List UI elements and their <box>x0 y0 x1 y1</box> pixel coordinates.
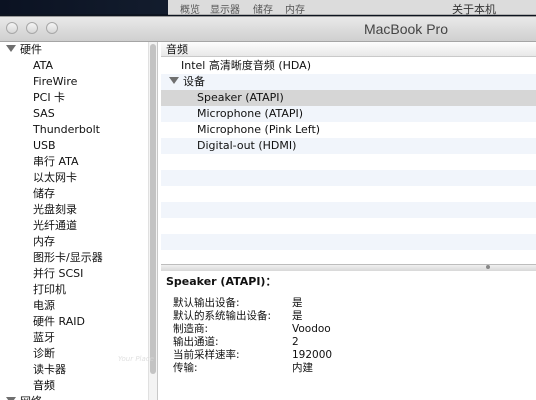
watermark-text: Your Place <box>118 355 154 363</box>
detail-key: 当前采样速率: <box>173 349 240 361</box>
background-tab: 概览 <box>180 5 200 16</box>
sidebar-item[interactable]: ATA <box>33 58 53 74</box>
sidebar-item-audio[interactable]: 音频 <box>33 378 55 394</box>
sidebar-item[interactable]: FireWire <box>33 74 77 90</box>
tree-row-selected[interactable]: Speaker (ATAPI) <box>161 90 536 106</box>
detail-value: 是 <box>292 310 303 322</box>
system-profiler-window: MacBook Pro 硬件 ATA FireWire PCI 卡 SAS Th… <box>0 16 536 400</box>
sidebar-item[interactable]: PCI 卡 <box>33 90 65 106</box>
sidebar-item[interactable]: Thunderbolt <box>33 122 100 138</box>
row-stripe <box>161 154 536 170</box>
detail-key: 默认的系统输出设备: <box>173 310 272 322</box>
sidebar-group-hardware[interactable]: 硬件 <box>6 42 42 58</box>
detail-key: 传输: <box>173 362 198 374</box>
sidebar-item[interactable]: 图形卡/显示器 <box>33 250 103 266</box>
sidebar-group-network[interactable]: 网络 <box>6 394 42 400</box>
background-title: 关于本机 <box>452 3 496 16</box>
tree-row-device[interactable]: Digital-out (HDMI) <box>197 138 296 154</box>
sidebar-item[interactable]: 光盘刻录 <box>33 202 77 218</box>
sidebar-item[interactable]: SAS <box>33 106 55 122</box>
content-pane: 音频 Intel 高清晰度音频 (HDA) 设备 Speaker (ATAPI)… <box>161 42 536 400</box>
divider-grip-icon[interactable] <box>486 265 490 269</box>
disclosure-triangle-icon[interactable] <box>6 45 16 52</box>
sidebar-item[interactable]: 串行 ATA <box>33 154 79 170</box>
zoom-button[interactable] <box>46 22 58 34</box>
sidebar-item[interactable]: 并行 SCSI <box>33 266 83 282</box>
close-button[interactable] <box>6 22 18 34</box>
detail-row: 当前采样速率: 192000 <box>173 349 332 362</box>
detail-panel: Speaker (ATAPI)： 默认输出设备: 是 默认的系统输出设备: 是 … <box>161 271 536 400</box>
background-tab: 储存 <box>253 5 273 16</box>
detail-key: 制造商: <box>173 323 209 335</box>
detail-key: 默认输出设备: <box>173 297 240 309</box>
title-bar: MacBook Pro <box>0 17 536 42</box>
detail-value: 是 <box>292 297 303 309</box>
tree-row-device[interactable]: Microphone (ATAPI) <box>197 106 303 122</box>
sidebar-item[interactable]: 读卡器 <box>33 362 66 378</box>
row-stripe <box>161 218 536 234</box>
detail-value: 2 <box>292 336 299 348</box>
detail-row: 默认的系统输出设备: 是 <box>173 310 303 323</box>
detail-row: 输出通道: 2 <box>173 336 299 349</box>
detail-row: 默认输出设备: 是 <box>173 297 303 310</box>
sidebar-item[interactable]: 以太网卡 <box>33 170 77 186</box>
detail-value: Voodoo <box>292 323 331 335</box>
background-window: 概览 显示器 储存 内存 关于本机 <box>168 0 536 16</box>
detail-title: Speaker (ATAPI)： <box>166 275 277 288</box>
scrollbar-thumb[interactable] <box>150 44 156 374</box>
sidebar-item[interactable]: 储存 <box>33 186 55 202</box>
tree-row-controller[interactable]: Intel 高清晰度音频 (HDA) <box>181 58 311 74</box>
sidebar-item[interactable]: 蓝牙 <box>33 330 55 346</box>
detail-value: 192000 <box>292 349 333 361</box>
background-tab: 内存 <box>285 5 305 16</box>
minimize-button[interactable] <box>26 22 38 34</box>
disclosure-triangle-icon[interactable] <box>169 77 179 84</box>
tree-row-devices-group[interactable]: 设备 <box>169 74 205 90</box>
device-label: Speaker (ATAPI) <box>197 91 284 104</box>
row-stripe <box>161 250 536 265</box>
window-title: MacBook Pro <box>363 21 448 37</box>
row-stripe <box>161 170 536 186</box>
sidebar-item[interactable]: 电源 <box>33 298 55 314</box>
detail-value: 内建 <box>292 362 313 374</box>
sidebar-item[interactable]: 光纤通道 <box>33 218 77 234</box>
background-tab: 显示器 <box>210 5 240 16</box>
device-tree: Intel 高清晰度音频 (HDA) 设备 Speaker (ATAPI) Mi… <box>161 58 536 265</box>
tree-row-device[interactable]: Microphone (Pink Left) <box>197 122 320 138</box>
row-stripe <box>161 202 536 218</box>
row-stripe <box>161 234 536 250</box>
sidebar-scrollbar[interactable] <box>148 42 157 400</box>
column-header[interactable]: 音频 <box>161 42 536 57</box>
sidebar-item[interactable]: 硬件 RAID <box>33 314 85 330</box>
row-stripe <box>161 74 536 90</box>
detail-key: 输出通道: <box>173 336 219 348</box>
sidebar: 硬件 ATA FireWire PCI 卡 SAS Thunderbolt US… <box>0 42 158 400</box>
detail-row: 制造商: Voodoo <box>173 323 331 336</box>
sidebar-item[interactable]: USB <box>33 138 56 154</box>
row-stripe <box>161 186 536 202</box>
sidebar-item[interactable]: 诊断 <box>33 346 55 362</box>
sidebar-item[interactable]: 打印机 <box>33 282 66 298</box>
detail-row: 传输: 内建 <box>173 362 313 375</box>
sidebar-item[interactable]: 内存 <box>33 234 55 250</box>
